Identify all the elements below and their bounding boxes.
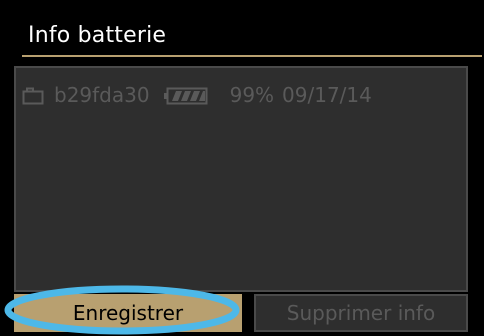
- title-bar: Info batterie: [14, 20, 482, 58]
- battery-list-panel: b29fda30 99% 09/17/14: [14, 66, 468, 292]
- delete-info-button[interactable]: Supprimer info: [254, 294, 468, 332]
- save-button[interactable]: Enregistrer: [14, 294, 242, 332]
- list-item[interactable]: b29fda30 99% 09/17/14: [22, 82, 372, 108]
- title-divider: [22, 55, 482, 57]
- battery-info-screen: Info batterie b29fda30 99% 09/17/14 Enre…: [0, 0, 484, 335]
- battery-name: b29fda30: [54, 83, 150, 107]
- battery-full-icon: [163, 86, 208, 105]
- camera-icon: [22, 86, 44, 105]
- page-title: Info batterie: [28, 23, 167, 48]
- battery-date: 09/17/14: [282, 83, 372, 107]
- battery-level: 99%: [229, 83, 275, 107]
